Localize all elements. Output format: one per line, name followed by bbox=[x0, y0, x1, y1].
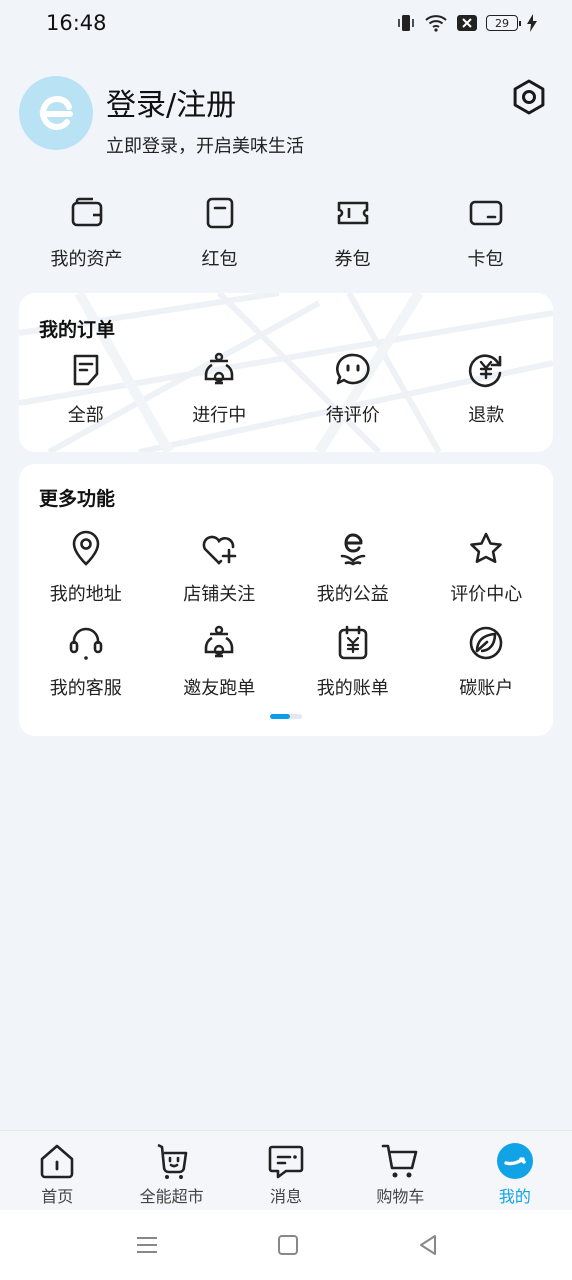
home-square-icon[interactable] bbox=[273, 1230, 303, 1260]
tab-messages[interactable]: 消息 bbox=[229, 1131, 343, 1211]
more-item-carbon-account[interactable]: 碳账户 bbox=[420, 624, 554, 700]
system-navigation-bar bbox=[0, 1210, 572, 1280]
tab-label: 消息 bbox=[270, 1187, 303, 1206]
charity-icon bbox=[340, 533, 366, 566]
tab-home[interactable]: 首页 bbox=[0, 1131, 114, 1211]
more-item-invite-rider[interactable]: 邀友跑单 bbox=[153, 624, 287, 700]
more-functions-row: 我的客服 邀友跑单 我的账单 碳账户 bbox=[19, 624, 553, 700]
comment-icon bbox=[335, 353, 370, 385]
asset-label: 红包 bbox=[201, 249, 238, 270]
headset-icon bbox=[69, 627, 103, 660]
location-icon bbox=[72, 530, 100, 566]
asset-label: 卡包 bbox=[467, 249, 504, 270]
tab-label: 购物车 bbox=[376, 1187, 425, 1206]
leaf-icon bbox=[469, 626, 503, 660]
more-item-charity[interactable]: 我的公益 bbox=[286, 530, 420, 606]
order-to-review[interactable]: 待评价 bbox=[286, 351, 420, 427]
asset-label: 券包 bbox=[334, 249, 371, 270]
shopping-bag-icon bbox=[157, 1143, 187, 1179]
settings-icon bbox=[513, 79, 545, 115]
more-item-label: 邀友跑单 bbox=[183, 678, 256, 699]
order-label: 进行中 bbox=[192, 405, 247, 426]
sim-off-icon bbox=[457, 15, 477, 31]
document-icon bbox=[73, 354, 99, 386]
avatar[interactable] bbox=[19, 76, 93, 150]
orders-title: 我的订单 bbox=[39, 319, 116, 341]
status-time: 16:48 bbox=[46, 11, 107, 35]
more-item-customer-service[interactable]: 我的客服 bbox=[19, 624, 153, 700]
status-icons: 29 bbox=[396, 13, 538, 33]
logo-icon bbox=[39, 95, 73, 131]
bill-icon bbox=[338, 625, 368, 660]
scooter-icon bbox=[204, 625, 234, 658]
status-bar: 16:48 29 bbox=[0, 0, 572, 50]
page-indicator-inactive bbox=[288, 714, 302, 719]
bottom-tab-bar: 首页 全能超市 消息 购物车 我的 bbox=[0, 1130, 572, 1211]
heart-plus-icon bbox=[202, 535, 237, 565]
asset-label: 我的资产 bbox=[50, 249, 123, 270]
wifi-icon bbox=[425, 15, 447, 32]
more-item-review-center[interactable]: 评价中心 bbox=[420, 530, 554, 606]
order-label: 退款 bbox=[468, 405, 505, 426]
wallet-icon bbox=[71, 197, 102, 227]
order-all[interactable]: 全部 bbox=[19, 351, 153, 427]
charging-icon bbox=[527, 14, 537, 32]
tab-cart[interactable]: 购物车 bbox=[343, 1131, 457, 1211]
orders-row: 全部 进行中 待评价 退款 bbox=[19, 351, 553, 427]
assets-row: 我的资产 红包 券包 卡包 bbox=[20, 195, 552, 285]
battery-indicator: 29 bbox=[486, 15, 521, 31]
home-icon bbox=[40, 1144, 74, 1179]
more-item-label: 我的客服 bbox=[49, 678, 122, 699]
menu-icon[interactable] bbox=[132, 1230, 162, 1260]
more-item-label: 碳账户 bbox=[459, 678, 514, 699]
more-item-label: 店铺关注 bbox=[183, 584, 256, 605]
back-triangle-icon[interactable] bbox=[413, 1230, 443, 1260]
tab-label: 全能超市 bbox=[139, 1187, 204, 1206]
coupon-icon bbox=[337, 201, 368, 225]
more-item-label: 我的地址 bbox=[49, 584, 122, 605]
profile-icon bbox=[496, 1143, 533, 1179]
settings-button[interactable] bbox=[505, 73, 553, 121]
login-register-link[interactable]: 登录/注册 bbox=[106, 80, 236, 124]
tab-label: 我的 bbox=[498, 1187, 531, 1206]
more-functions-row: 我的地址 店铺关注 我的公益 评价中心 bbox=[19, 530, 553, 606]
more-item-label: 评价中心 bbox=[450, 584, 523, 605]
asset-card[interactable]: 卡包 bbox=[419, 195, 552, 285]
more-item-label: 我的公益 bbox=[316, 584, 389, 605]
message-icon bbox=[268, 1145, 304, 1179]
scooter-icon bbox=[204, 352, 234, 385]
login-subtitle: 立即登录，开启美味生活 bbox=[106, 136, 304, 157]
more-item-bill[interactable]: 我的账单 bbox=[286, 624, 420, 700]
order-label: 待评价 bbox=[325, 405, 380, 426]
asset-wallet[interactable]: 我的资产 bbox=[20, 195, 153, 285]
more-item-address[interactable]: 我的地址 bbox=[19, 530, 153, 606]
vibrate-icon bbox=[398, 15, 414, 31]
more-item-store-follow[interactable]: 店铺关注 bbox=[153, 530, 287, 606]
page-indicator bbox=[270, 714, 302, 719]
cart-icon bbox=[382, 1144, 418, 1178]
order-in-progress[interactable]: 进行中 bbox=[153, 351, 287, 427]
refund-icon bbox=[469, 354, 502, 388]
page-indicator-active bbox=[270, 714, 290, 719]
tab-label: 首页 bbox=[41, 1187, 74, 1206]
asset-red-packet[interactable]: 红包 bbox=[153, 195, 286, 285]
star-icon bbox=[470, 532, 503, 563]
more-item-label: 我的账单 bbox=[316, 678, 389, 699]
more-functions-card: 更多功能 我的地址 店铺关注 我的公益 评价中心 我的客服 邀友跑单 我的账单 … bbox=[19, 464, 553, 736]
more-functions-title: 更多功能 bbox=[39, 488, 116, 510]
order-label: 全部 bbox=[67, 405, 104, 426]
red-packet-icon bbox=[206, 197, 233, 229]
card-icon bbox=[469, 200, 502, 226]
orders-card: 我的订单 全部 进行中 待评价 退款 bbox=[19, 293, 553, 452]
tab-supermarket[interactable]: 全能超市 bbox=[114, 1131, 228, 1211]
tab-profile[interactable]: 我的 bbox=[458, 1131, 572, 1211]
order-refund[interactable]: 退款 bbox=[420, 351, 554, 427]
asset-coupon[interactable]: 券包 bbox=[286, 195, 419, 285]
